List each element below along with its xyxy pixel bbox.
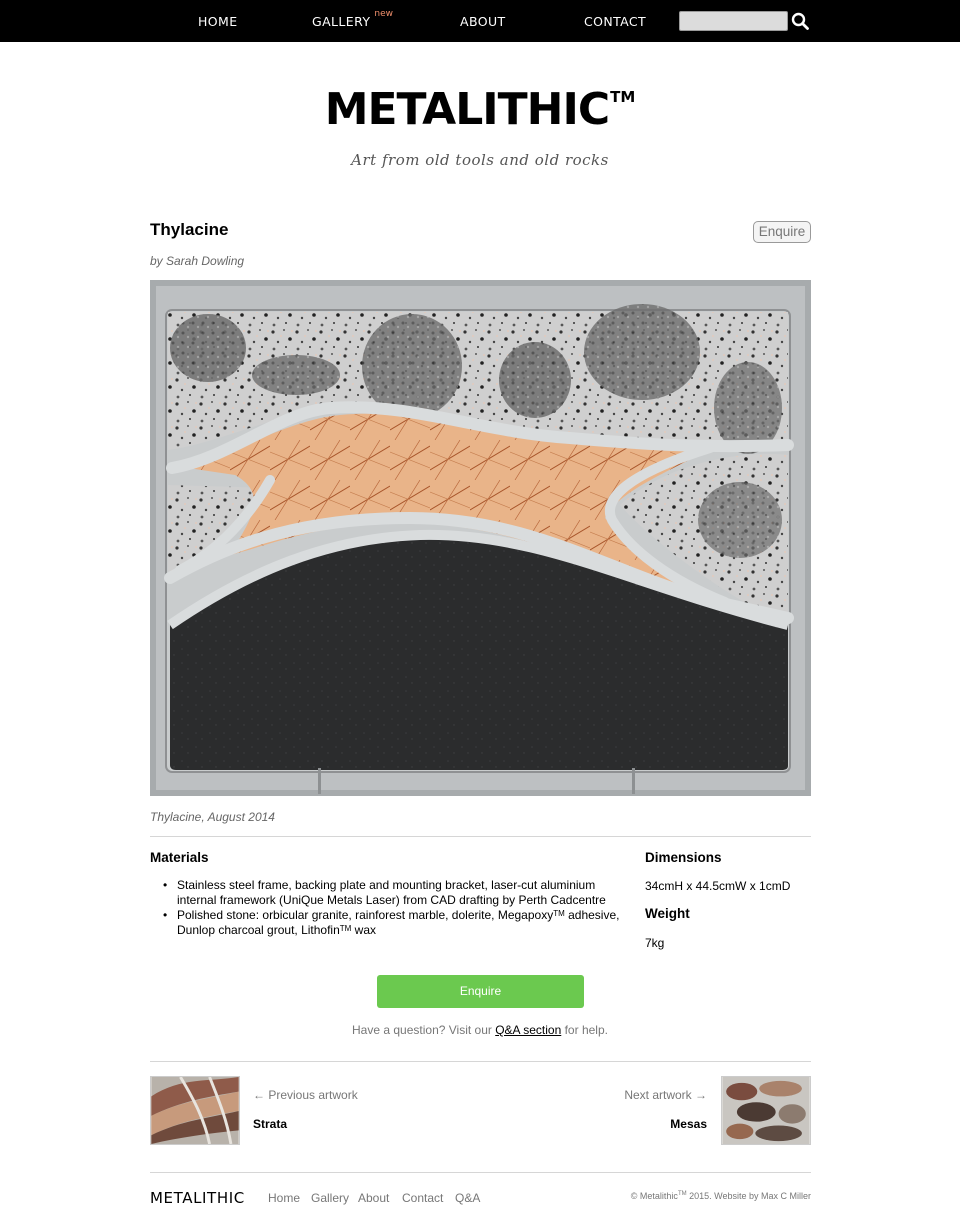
- materials-item: Stainless steel frame, backing plate and…: [150, 878, 636, 908]
- top-navbar: HOME GALLERY new ABOUT CONTACT: [0, 0, 960, 42]
- weight-heading: Weight: [645, 906, 690, 921]
- divider: [150, 1061, 811, 1062]
- nav-gallery-link[interactable]: GALLERY new: [312, 9, 393, 29]
- footer-copyright: © MetalithicTM 2015. Website by Max C Mi…: [560, 1191, 811, 1201]
- materials-heading: Materials: [150, 850, 209, 865]
- qa-prompt: Have a question? Visit our Q&A section f…: [0, 1023, 960, 1037]
- artwork-caption: Thylacine, August 2014: [150, 810, 275, 824]
- nav-contact-link[interactable]: CONTACT: [584, 14, 646, 29]
- logo-trademark: TM: [610, 88, 636, 106]
- search-icon[interactable]: [791, 12, 809, 30]
- footer-link-about[interactable]: About: [358, 1191, 389, 1205]
- trademark: TM: [677, 1191, 687, 1197]
- artwork-title: Thylacine: [150, 220, 229, 239]
- prev-artwork-label[interactable]: ← Previous artwork: [253, 1088, 358, 1102]
- trademark: TM: [553, 909, 565, 918]
- nav-about-link[interactable]: ABOUT: [460, 14, 506, 29]
- next-artwork-thumbnail[interactable]: [721, 1076, 811, 1145]
- enquire-top-button[interactable]: Enquire: [753, 221, 811, 243]
- materials-list: Stainless steel frame, backing plate and…: [150, 878, 636, 938]
- nav-new-badge: new: [374, 9, 393, 19]
- nav-gallery-label: GALLERY: [312, 14, 371, 29]
- logo-text: METALITHIC: [324, 84, 610, 135]
- footer-link-home[interactable]: Home: [268, 1191, 300, 1205]
- site-logo[interactable]: METALITHICTM: [0, 84, 960, 135]
- footer-link-gallery[interactable]: Gallery: [311, 1191, 349, 1205]
- dimensions-value: 34cmH x 44.5cmW x 1cmD: [645, 879, 791, 893]
- next-artwork-label[interactable]: Next artwork →: [560, 1088, 707, 1102]
- artwork-artist: by Sarah Dowling: [150, 254, 245, 268]
- weight-value: 7kg: [645, 936, 665, 950]
- site-tagline: Art from old tools and old rocks: [351, 151, 609, 169]
- qa-prompt-prefix: Have a question? Visit our: [352, 1023, 496, 1037]
- enquire-button[interactable]: Enquire: [377, 975, 584, 1008]
- qa-prompt-suffix: for help.: [561, 1023, 608, 1037]
- artwork-image: [150, 280, 811, 796]
- materials-item-text: wax: [351, 923, 377, 937]
- divider: [150, 836, 811, 837]
- nav-home-link[interactable]: HOME: [198, 14, 238, 29]
- copyright-text: © Metalithic: [630, 1191, 678, 1201]
- footer-link-contact[interactable]: Contact: [402, 1191, 443, 1205]
- copyright-text: 2015. Website by Max C Miller: [686, 1191, 811, 1201]
- prev-artwork-title[interactable]: Strata: [253, 1117, 287, 1131]
- dimensions-heading: Dimensions: [645, 850, 722, 865]
- footer-logo[interactable]: METALITHIC: [150, 1189, 245, 1207]
- prev-artwork-thumbnail[interactable]: [150, 1076, 240, 1145]
- materials-item: Polished stone: orbicular granite, rainf…: [150, 908, 636, 938]
- footer-link-qa[interactable]: Q&A: [455, 1191, 480, 1205]
- next-artwork-title[interactable]: Mesas: [560, 1117, 707, 1131]
- materials-item-text: Polished stone: orbicular granite, rainf…: [177, 908, 554, 922]
- qa-link[interactable]: Q&A section: [495, 1023, 561, 1037]
- trademark: TM: [339, 924, 352, 933]
- divider: [150, 1172, 811, 1173]
- search-input[interactable]: [679, 11, 788, 31]
